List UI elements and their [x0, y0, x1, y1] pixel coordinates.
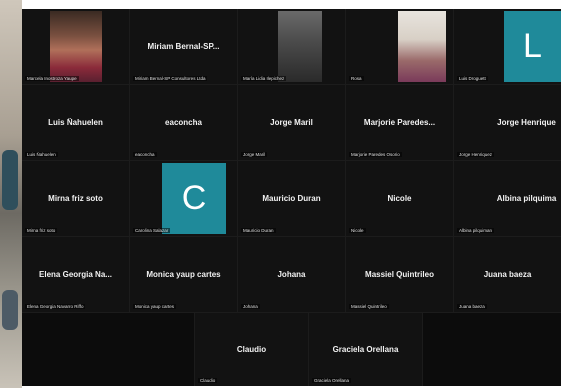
participant-name-label: Claudio [198, 378, 218, 383]
participant-name-label: Jorge Henriquez [457, 152, 495, 157]
participant-name-label: Johana [241, 304, 260, 309]
participant-tile[interactable]: Marjorie Paredes... Marjorie Paredes Oso… [346, 85, 453, 160]
participant-display-name: Albina pilquima [496, 194, 557, 203]
meeting-gallery-view: Marcela Inostroza Yaupe Miriam Bernal-SP… [22, 9, 561, 386]
participant-name-label: Mauricio Duran [241, 228, 276, 233]
participant-tile[interactable]: Jorge Maril Jorge Maril [238, 85, 345, 160]
participant-tile[interactable]: María Lidia Ilepichez [238, 9, 345, 84]
participant-display-name: Luis Ñahuelen [48, 118, 103, 127]
participant-name-label: Graciela Orellana [312, 378, 352, 383]
empty-grid-area [22, 313, 194, 386]
participant-display-name: Monica yaup cartes [146, 270, 221, 279]
participant-tile[interactable]: Monica yaup cartes Monica yaup cartes [130, 237, 237, 312]
participant-display-name: Nicole [387, 194, 412, 203]
participant-tile[interactable]: Luis Ñahuelen Luis Ñahuelen [22, 85, 129, 160]
participant-display-name: Miriam Bernal-SP... [147, 42, 220, 51]
background-photo-strip [0, 0, 22, 388]
background-person-shape [2, 290, 18, 330]
participant-tile[interactable]: C Carolina Salazar [130, 161, 237, 236]
participant-name-label: Massiel Quintrileo [349, 304, 389, 309]
participant-tile[interactable]: Rosa [346, 9, 453, 84]
participant-name-label: Luis Ñahuelen [25, 152, 58, 157]
participant-tile[interactable]: Jorge Henrique Jorge Henriquez [454, 85, 561, 160]
participant-name-label: Carolina Salazar [133, 228, 171, 233]
participant-name-label: Jorge Maril [241, 152, 268, 157]
participant-video [50, 11, 102, 82]
participant-tile[interactable]: Graciela Orellana Graciela Orellana [309, 313, 422, 386]
participant-avatar: C [162, 163, 226, 234]
participant-display-name: Elena Georgia Na... [39, 270, 112, 279]
participant-display-name: Claudio [236, 345, 267, 355]
participant-display-name: Jorge Maril [270, 118, 313, 127]
participant-tile[interactable]: Nicole Nicole [346, 161, 453, 236]
background-person-shape [2, 150, 18, 210]
participant-name-label: Marjorie Paredes Osorio [349, 152, 402, 157]
participant-tile[interactable]: L Luis Droguett [454, 9, 561, 84]
participant-name-label: eaconcha [133, 152, 157, 157]
participant-tile[interactable]: Claudio Claudio [195, 313, 308, 386]
participant-tile[interactable]: Mauricio Duran Mauricio Duran [238, 161, 345, 236]
participant-tile[interactable]: Johana Johana [238, 237, 345, 312]
participant-tile[interactable]: Miriam Bernal-SP... Miriam Bernal-SP Con… [130, 9, 237, 84]
participant-display-name: Massiel Quintrileo [365, 270, 434, 279]
participant-video [278, 11, 322, 82]
participant-name-label: Mirna friz soto [25, 228, 58, 233]
empty-grid-area [423, 313, 561, 386]
participant-display-name: Mauricio Duran [262, 194, 321, 203]
participant-display-name: Marjorie Paredes... [363, 118, 436, 127]
participant-display-name: Jorge Henrique [497, 118, 556, 127]
participant-tile[interactable]: Albina pilquima Albina pilquiman [454, 161, 561, 236]
participant-tile[interactable]: Elena Georgia Na... Elena Georgia Navarr… [22, 237, 129, 312]
participant-display-name: Graciela Orellana [332, 345, 399, 355]
participant-tile[interactable]: eaconcha eaconcha [130, 85, 237, 160]
participant-name-label: Juana baeza [457, 304, 487, 309]
participant-name-label: Elena Georgia Navarro Riffo [25, 304, 86, 309]
participant-name-label: Miriam Bernal-SP Consultores Ltda [133, 76, 208, 81]
participant-tile[interactable]: Juana baeza Juana baeza [454, 237, 561, 312]
participant-video [398, 11, 446, 82]
participant-name-label: Rosa [349, 76, 364, 81]
participant-name-label: Marcela Inostroza Yaupe [25, 76, 79, 81]
participant-name-label: María Lidia Ilepichez [241, 76, 287, 81]
participant-display-name: Mirna friz soto [48, 194, 103, 203]
participant-tile[interactable]: Marcela Inostroza Yaupe [22, 9, 129, 84]
participant-name-label: Nicole [349, 228, 366, 233]
participant-tile[interactable]: Mirna friz soto Mirna friz soto [22, 161, 129, 236]
participant-name-label: Luis Droguett [457, 76, 488, 81]
participant-tile[interactable]: Massiel Quintrileo Massiel Quintrileo [346, 237, 453, 312]
participant-display-name: Juana baeza [483, 270, 532, 279]
participant-avatar: L [504, 11, 561, 82]
participant-display-name: Johana [277, 270, 306, 279]
participant-display-name: eaconcha [165, 118, 202, 127]
participant-name-label: Monica yaup cartes [133, 304, 177, 309]
participant-name-label: Albina pilquiman [457, 228, 495, 233]
